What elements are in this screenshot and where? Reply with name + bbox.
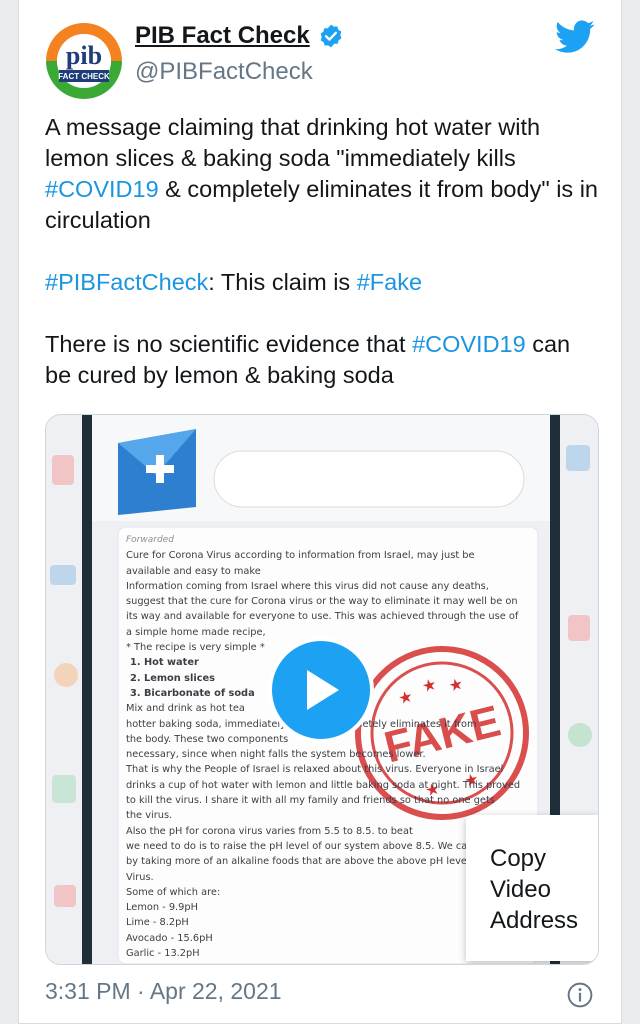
tweet-paragraph-3: There is no scientific evidence that #CO… bbox=[45, 329, 600, 391]
svg-text:pib: pib bbox=[66, 41, 102, 70]
message-line: Information coming from Israel where thi… bbox=[126, 580, 489, 592]
display-name[interactable]: PIB Fact Check bbox=[135, 22, 310, 50]
context-menu[interactable]: Copy Video Address bbox=[466, 815, 598, 961]
info-icon[interactable] bbox=[567, 982, 593, 1008]
menu-line[interactable]: Video bbox=[490, 874, 598, 905]
svg-text:FACT CHECK: FACT CHECK bbox=[58, 72, 110, 81]
message-line: Cure for Corona Virus according to infor… bbox=[126, 550, 475, 562]
message-line: Forwarded bbox=[126, 535, 174, 545]
tweet-paragraph-2: #PIBFactCheck: This claim is #Fake bbox=[45, 267, 600, 298]
message-line: to kill the virus. I share it with all m… bbox=[126, 795, 495, 807]
message-line: suggest that the cure for Corona virus o… bbox=[126, 596, 518, 608]
author-name-row[interactable]: PIB Fact Check bbox=[135, 22, 344, 50]
message-line: necessary, since when night falls the sy… bbox=[126, 749, 426, 761]
avatar[interactable]: pib FACT CHECK bbox=[45, 22, 123, 100]
pib-logo-icon: pib FACT CHECK bbox=[46, 23, 122, 99]
user-handle[interactable]: @PIBFactCheck bbox=[135, 58, 313, 86]
video-player[interactable]: FAKE ★ ★ ★ ★ ★ Forwarded Cure for Corona … bbox=[45, 414, 599, 965]
hashtag-fake[interactable]: #Fake bbox=[357, 269, 422, 295]
tweet-paragraph-1: A message claiming that drinking hot wat… bbox=[45, 112, 600, 236]
twitter-bird-icon[interactable] bbox=[555, 20, 595, 54]
message-line: That is why the People of Israel is rela… bbox=[126, 764, 504, 776]
play-icon bbox=[307, 670, 339, 710]
tweet-timestamp[interactable]: 3:31 PM · Apr 22, 2021 bbox=[45, 978, 282, 1005]
hashtag-pibfactcheck[interactable]: #PIBFactCheck bbox=[45, 269, 208, 295]
message-line: available and easy to make bbox=[126, 565, 261, 577]
tweet-text: A message claiming that drinking hot wat… bbox=[45, 112, 600, 391]
hashtag-covid19[interactable]: #COVID19 bbox=[45, 176, 159, 202]
menu-line[interactable]: Copy bbox=[490, 843, 598, 874]
text-segment: A message claiming that drinking hot wat… bbox=[45, 114, 541, 171]
play-button[interactable] bbox=[268, 637, 374, 743]
text-segment: There is no scientific evidence that bbox=[45, 331, 413, 357]
message-line: drinks a cup of hot water with lemon and… bbox=[126, 779, 521, 791]
menu-line[interactable]: Address bbox=[490, 905, 598, 936]
verified-badge-icon bbox=[320, 24, 342, 48]
text-segment: : This claim is bbox=[208, 269, 357, 295]
message-line: its way and available for everyone to us… bbox=[126, 611, 519, 623]
tweet-card: pib FACT CHECK PIB Fact Check @PIBFactCh… bbox=[18, 0, 622, 1024]
hashtag-covid19[interactable]: #COVID19 bbox=[412, 331, 526, 357]
